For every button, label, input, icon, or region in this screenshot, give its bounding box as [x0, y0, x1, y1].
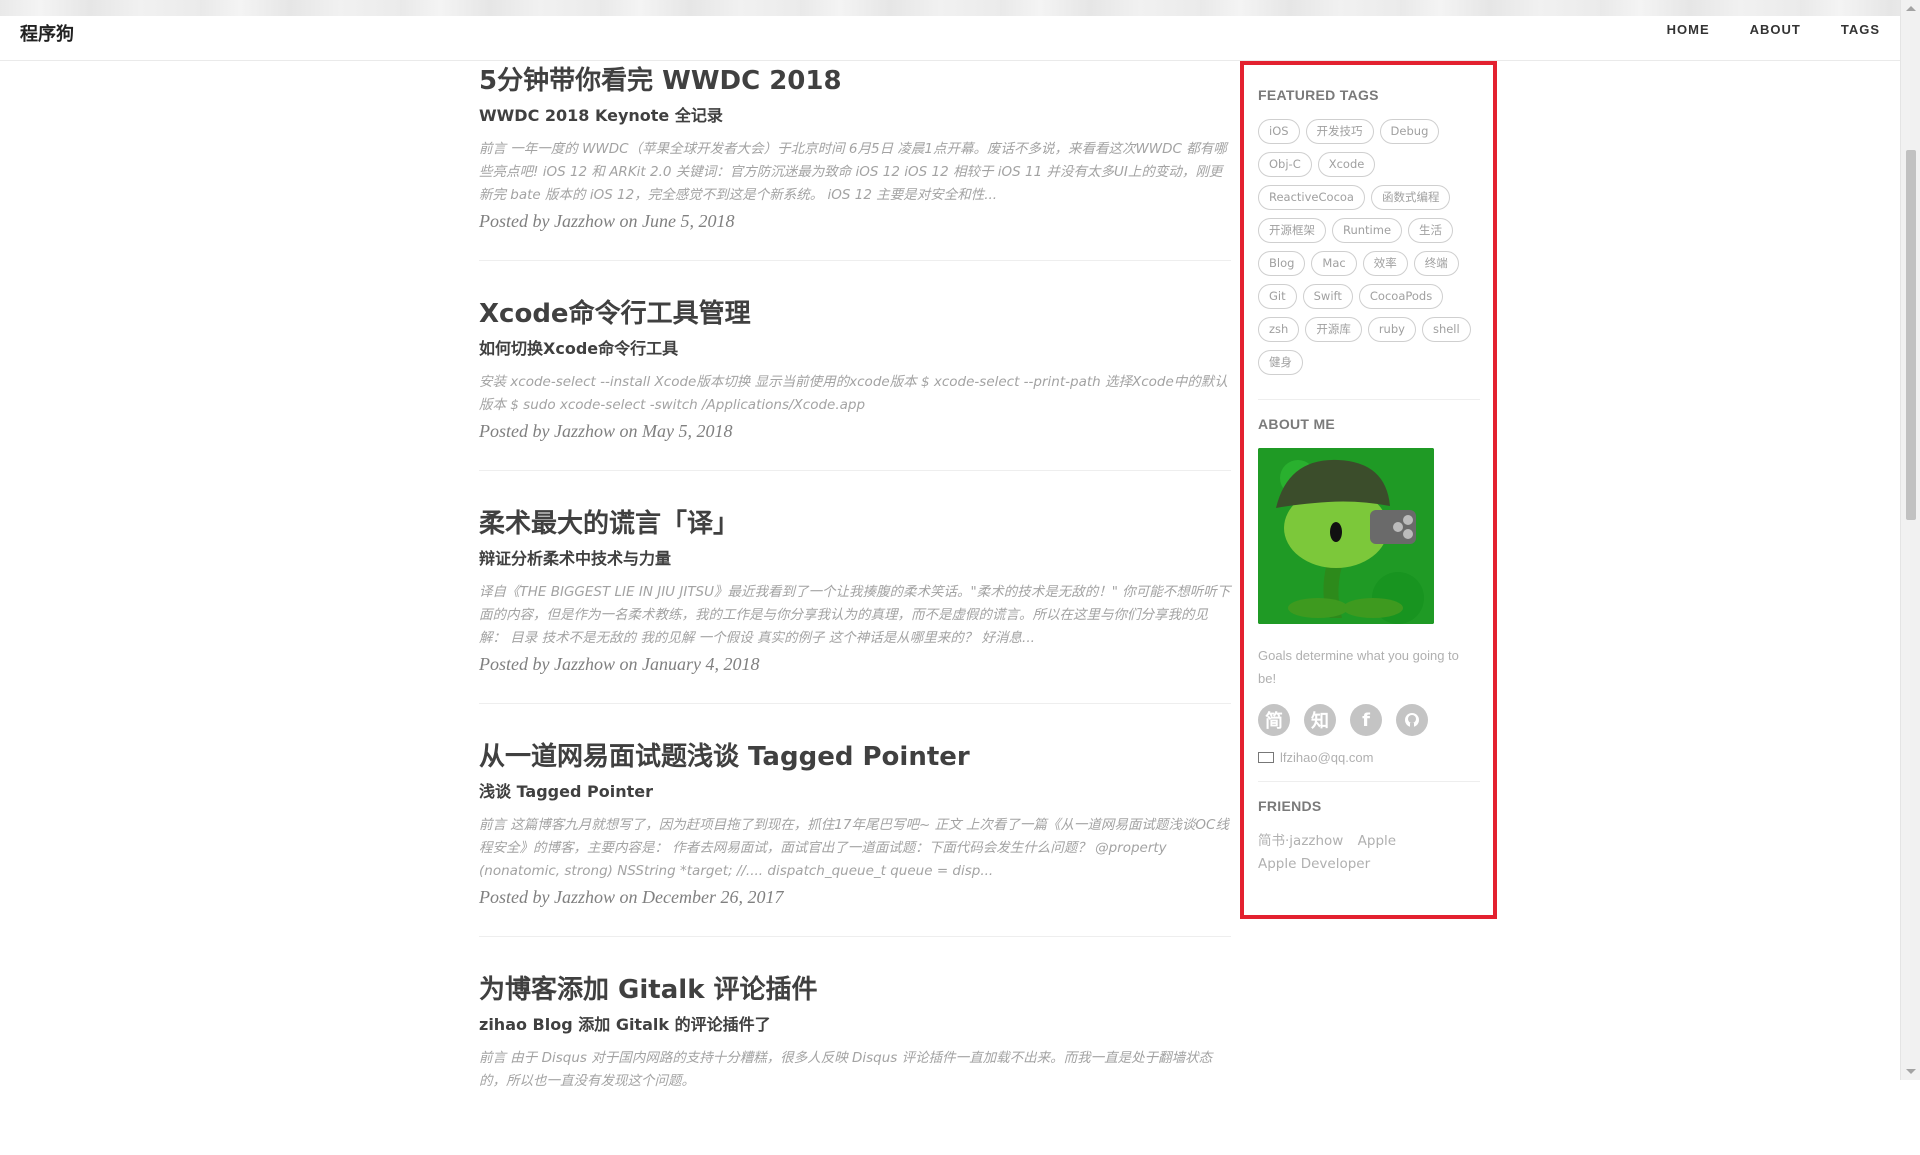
tag[interactable]: Obj-C [1258, 152, 1312, 177]
post-excerpt: 前言 由于 Disqus 对于国内网路的支持十分糟糕，很多人反映 Disqus … [479, 1050, 1213, 1089]
tag[interactable]: 开源框架 [1258, 218, 1326, 243]
post-title[interactable]: 5分钟带你看完 WWDC 2018 [479, 62, 1231, 100]
post-subtitle[interactable]: WWDC 2018 Keynote 全记录 [479, 104, 1231, 128]
post-item[interactable]: 柔术最大的谎言「译」 辩证分析柔术中技术与力量 译自《THE BIGGEST L… [479, 505, 1231, 704]
tag[interactable]: Mac [1311, 251, 1357, 276]
jianshu-icon[interactable]: 简 [1258, 704, 1290, 736]
tag[interactable]: 终端 [1413, 251, 1459, 276]
tag-cloud: iOS 开发技巧 Debug Obj-C Xcode ReactiveCocoa… [1258, 119, 1480, 383]
tag[interactable]: Debug [1379, 119, 1440, 144]
tag[interactable]: shell [1421, 317, 1471, 342]
post-title[interactable]: 为博客添加 Gitalk 评论插件 [479, 971, 1231, 1009]
github-glyph-icon [1405, 713, 1419, 728]
social-links: 简 知 f [1258, 704, 1479, 736]
header-background [0, 0, 1900, 16]
scroll-up-icon[interactable] [1906, 6, 1916, 11]
tag[interactable]: Xcode [1317, 152, 1376, 177]
navbar: 程序狗 HOME ABOUT TAGS [0, 16, 1900, 61]
about-text: Goals determine what you going to be! [1258, 648, 1459, 686]
post-subtitle[interactable]: zihao Blog 添加 Gitalk 的评论插件了 [479, 1013, 1231, 1037]
scroll-down-icon[interactable] [1906, 1069, 1916, 1074]
post-item[interactable]: 5分钟带你看完 WWDC 2018 WWDC 2018 Keynote 全记录 … [479, 62, 1231, 261]
email-address[interactable]: lfzihao@qq.com [1280, 750, 1373, 765]
divider [1258, 399, 1480, 400]
nav-about[interactable]: ABOUT [1750, 22, 1801, 37]
post-excerpt: 前言 这篇博客九月就想写了，因为赶项目拖了到现在，抓住17年尾巴写吧~ 正文 上… [479, 817, 1229, 879]
post-title[interactable]: 柔术最大的谎言「译」 [479, 505, 1231, 543]
friends-title: FRIENDS [1258, 798, 1322, 814]
nav-tags[interactable]: TAGS [1841, 22, 1880, 37]
tag[interactable]: 效率 [1362, 251, 1408, 276]
tag[interactable]: ReactiveCocoa [1258, 185, 1365, 210]
sidebar: FEATURED TAGS iOS 开发技巧 Debug Obj-C Xcode… [1240, 61, 1497, 919]
mail-icon [1258, 752, 1274, 763]
post-list: 5分钟带你看完 WWDC 2018 WWDC 2018 Keynote 全记录 … [479, 62, 1231, 1155]
tag[interactable]: CocoaPods [1358, 284, 1444, 309]
nav-links: HOME ABOUT TAGS [1627, 22, 1880, 37]
post-excerpt: 译自《THE BIGGEST LIE IN JIU JITSU》最近我看到了一个… [479, 584, 1231, 646]
site-brand[interactable]: 程序狗 [20, 20, 74, 46]
friends-list: 简书·jazzhow Apple Apple Developer [1258, 830, 1479, 876]
post-subtitle[interactable]: 如何切换Xcode命令行工具 [479, 337, 1231, 361]
tag[interactable]: 生活 [1408, 218, 1454, 243]
post-item[interactable]: 为博客添加 Gitalk 评论插件 zihao Blog 添加 Gitalk 的… [479, 971, 1231, 1121]
post-excerpt: 前言 一年一度的 WWDC（苹果全球开发者大会）于北京时间 6月5日 凌晨1点开… [479, 141, 1227, 203]
post-subtitle[interactable]: 浅谈 Tagged Pointer [479, 780, 1231, 804]
post-meta: Posted by Jazzhow on January 4, 2018 [479, 654, 760, 674]
friend-link[interactable]: 简书·jazzhow [1258, 833, 1343, 849]
post-item[interactable]: 从一道网易面试题浅谈 Tagged Pointer 浅谈 Tagged Poin… [479, 738, 1231, 937]
tag[interactable]: Blog [1258, 251, 1306, 276]
nav-home[interactable]: HOME [1667, 22, 1710, 37]
post-subtitle[interactable]: 辩证分析柔术中技术与力量 [479, 547, 1231, 571]
tag[interactable]: 开发技巧 [1305, 119, 1374, 144]
avatar [1258, 448, 1434, 624]
tag[interactable]: 健身 [1258, 350, 1303, 375]
friend-link[interactable]: Apple Developer [1258, 856, 1370, 872]
tag[interactable]: Git [1258, 284, 1297, 309]
post-title[interactable]: Xcode命令行工具管理 [479, 295, 1231, 333]
peashooter-avatar-icon [1258, 448, 1434, 624]
tag[interactable]: ruby [1367, 317, 1416, 342]
post-meta: Posted by Jazzhow on June 5, 2018 [479, 211, 735, 231]
friend-link[interactable]: Apple [1358, 833, 1396, 849]
post-title[interactable]: 从一道网易面试题浅谈 Tagged Pointer [479, 738, 1231, 776]
tag[interactable]: 开源库 [1305, 317, 1362, 342]
post-meta: Posted by Jazzhow on May 5, 2018 [479, 421, 733, 441]
tag[interactable]: Runtime [1332, 218, 1403, 243]
tag[interactable]: 函数式编程 [1370, 185, 1451, 210]
tag[interactable]: Swift [1302, 284, 1353, 309]
post-meta: Posted by Jazzhow on December 26, 2017 [479, 887, 784, 907]
post-excerpt: 安装 xcode-select --install Xcode版本切换 显示当前… [479, 374, 1228, 413]
github-icon[interactable] [1396, 704, 1428, 736]
scrollbar[interactable] [1900, 0, 1920, 1080]
scroll-thumb[interactable] [1906, 150, 1916, 520]
tag[interactable]: zsh [1258, 317, 1300, 342]
featured-tags-title: FEATURED TAGS [1258, 87, 1379, 103]
zhihu-icon[interactable]: 知 [1304, 704, 1336, 736]
divider [1258, 781, 1480, 782]
email-row[interactable]: lfzihao@qq.com [1258, 750, 1479, 765]
about-me-title: ABOUT ME [1258, 416, 1336, 432]
post-item[interactable]: Xcode命令行工具管理 如何切换Xcode命令行工具 安装 xcode-sel… [479, 295, 1231, 471]
facebook-icon[interactable]: f [1350, 704, 1382, 736]
tag[interactable]: iOS [1258, 119, 1300, 144]
